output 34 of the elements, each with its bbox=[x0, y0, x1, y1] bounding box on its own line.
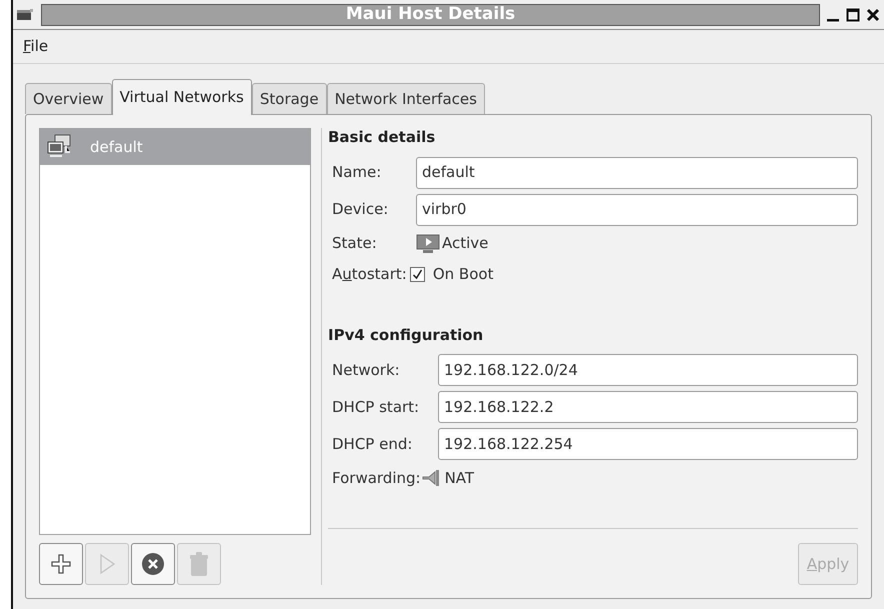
field-label: Forwarding: bbox=[332, 468, 421, 489]
checkbox-label[interactable]: On Boot bbox=[432, 263, 494, 286]
field-label: Autostart: bbox=[332, 264, 407, 286]
text-field[interactable]: virbr0 bbox=[416, 194, 858, 226]
stop-button[interactable] bbox=[131, 543, 175, 585]
close-icon[interactable] bbox=[866, 8, 880, 22]
field-label: State: bbox=[332, 233, 378, 254]
network-name: default bbox=[90, 136, 143, 158]
trash-icon bbox=[188, 551, 210, 577]
field-label: Name: bbox=[332, 162, 382, 184]
field-label: DHCP start: bbox=[332, 396, 420, 418]
field-label: Network: bbox=[332, 360, 401, 381]
field-label: Device: bbox=[332, 199, 390, 220]
close-icon bbox=[141, 552, 165, 576]
forwarding-value: NAT bbox=[444, 468, 474, 489]
section-heading: IPv4 configuration bbox=[328, 324, 484, 346]
text-field[interactable]: 192.168.122.254 bbox=[438, 428, 858, 460]
tab[interactable]: Storage bbox=[252, 83, 327, 114]
add-button[interactable] bbox=[39, 543, 83, 585]
field-label: DHCP end: bbox=[332, 434, 414, 455]
maximize-icon[interactable] bbox=[846, 8, 860, 22]
monitor-icon bbox=[416, 234, 440, 254]
window-title: Maui Host Details bbox=[41, 4, 820, 26]
tab[interactable]: Network Interfaces bbox=[326, 83, 485, 114]
section-heading: Basic details bbox=[328, 127, 436, 148]
checkbox[interactable] bbox=[410, 267, 425, 282]
menu-item[interactable]: File bbox=[21, 35, 50, 58]
tab[interactable]: Virtual Networks bbox=[112, 79, 252, 115]
text-field[interactable]: default bbox=[416, 156, 858, 188]
text-field[interactable]: 192.168.122.2 bbox=[438, 391, 858, 423]
text-field[interactable]: 192.168.122.0/24 bbox=[438, 354, 858, 386]
tab[interactable]: Overview bbox=[25, 83, 112, 114]
state-value: Active bbox=[442, 233, 488, 254]
plus-icon bbox=[50, 553, 72, 575]
